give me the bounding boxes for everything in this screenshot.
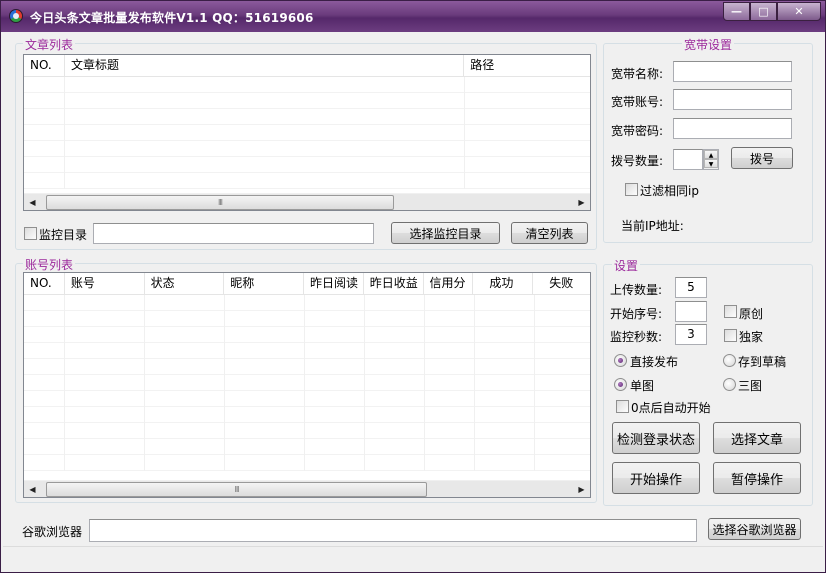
broadband-account-input[interactable] [673, 89, 792, 110]
maximize-button[interactable]: □ [750, 2, 777, 21]
status-bar [3, 546, 823, 570]
publish-direct-radio[interactable] [614, 354, 627, 367]
account-list-header: NO. 账号 状态 昵称 昨日阅读 昨日收益 信用分 成功 失败 [24, 273, 590, 295]
column-header-account[interactable]: 账号 [65, 273, 145, 295]
column-header-no[interactable]: NO. [24, 273, 65, 295]
scroll-thumb[interactable]: III [46, 195, 394, 210]
broadband-name-input[interactable] [673, 61, 792, 82]
app-icon [9, 9, 23, 23]
article-list-title: 文章列表 [23, 36, 76, 53]
scroll-right-icon[interactable]: ▶ [573, 481, 590, 497]
dial-button[interactable]: 拨号 [731, 147, 793, 169]
start-button[interactable]: 开始操作 [612, 462, 700, 494]
account-list-view[interactable]: NO. 账号 状态 昵称 昨日阅读 昨日收益 信用分 成功 失败 ◀ III ▶ [23, 272, 591, 498]
close-button[interactable]: ✕ [777, 2, 821, 21]
scroll-left-icon[interactable]: ◀ [24, 481, 41, 497]
monitor-dir-checkbox[interactable] [24, 227, 37, 240]
column-header-yesterday-reads[interactable]: 昨日阅读 [304, 273, 364, 295]
monitor-dir-label: 监控目录 [39, 228, 88, 242]
scroll-thumb[interactable]: III [46, 482, 427, 497]
pause-button[interactable]: 暂停操作 [713, 462, 801, 494]
broadband-account-label: 宽带账号: [611, 95, 664, 109]
start-number-label: 开始序号: [610, 307, 663, 321]
exclusive-checkbox[interactable] [724, 329, 737, 342]
clear-list-button[interactable]: 清空列表 [511, 222, 588, 244]
single-image-label: 单图 [630, 379, 655, 393]
start-number-input[interactable] [675, 301, 707, 322]
filter-same-ip-checkbox[interactable] [625, 183, 638, 196]
monitor-seconds-label: 监控秒数: [610, 330, 663, 344]
single-image-radio[interactable] [614, 378, 627, 391]
account-list-hscrollbar[interactable]: ◀ III ▶ [24, 480, 590, 497]
monitor-dir-input[interactable] [93, 223, 374, 244]
column-header-yesterday-income[interactable]: 昨日收益 [364, 273, 424, 295]
filter-same-ip-label: 过滤相同ip [640, 184, 699, 198]
select-monitor-dir-button[interactable]: 选择监控目录 [391, 222, 500, 244]
dial-count-input[interactable] [673, 149, 703, 170]
minimize-button[interactable]: — [723, 2, 750, 21]
auto-start-label: 0点后自动开始 [631, 401, 711, 415]
original-label: 原创 [739, 307, 764, 321]
scroll-right-icon[interactable]: ▶ [573, 194, 590, 210]
column-header-title[interactable]: 文章标题 [65, 55, 465, 77]
save-draft-label: 存到草稿 [738, 355, 787, 369]
title-bar[interactable]: 今日头条文章批量发布软件V1.1 QQ：51619606 — □ ✕ [1, 1, 825, 32]
main-window: 今日头条文章批量发布软件V1.1 QQ：51619606 — □ ✕ 文章列表 … [0, 0, 826, 573]
monitor-seconds-input[interactable]: 3 [675, 324, 707, 345]
publish-direct-label: 直接发布 [630, 355, 679, 369]
article-list-view[interactable]: NO. 文章标题 路径 ◀ III ▶ [23, 54, 591, 211]
broadband-name-label: 宽带名称: [611, 67, 664, 81]
check-login-button[interactable]: 检测登录状态 [612, 422, 700, 454]
window-title: 今日头条文章批量发布软件V1.1 QQ：51619606 [30, 11, 314, 25]
broadband-password-input[interactable] [673, 118, 792, 139]
select-chrome-button[interactable]: 选择谷歌浏览器 [708, 518, 801, 540]
spin-up-icon[interactable]: ▲ [704, 150, 718, 159]
upload-count-label: 上传数量: [610, 283, 663, 297]
column-header-path[interactable]: 路径 [464, 55, 590, 77]
broadband-settings-title: 宽带设置 [682, 36, 735, 53]
auto-start-checkbox[interactable] [616, 400, 629, 413]
column-header-nickname[interactable]: 昵称 [224, 273, 304, 295]
current-ip-label: 当前IP地址: [621, 219, 684, 233]
scroll-left-icon[interactable]: ◀ [24, 194, 41, 210]
original-checkbox[interactable] [724, 305, 737, 318]
column-header-success[interactable]: 成功 [473, 273, 534, 295]
article-list-hscrollbar[interactable]: ◀ III ▶ [24, 193, 590, 210]
save-draft-radio[interactable] [723, 354, 736, 367]
column-header-status[interactable]: 状态 [145, 273, 225, 295]
spin-down-icon[interactable]: ▼ [704, 159, 718, 168]
chrome-path-input[interactable] [89, 519, 697, 542]
column-header-fail[interactable]: 失败 [533, 273, 590, 295]
dial-count-label: 拨号数量: [611, 154, 664, 168]
three-image-radio[interactable] [723, 378, 736, 391]
select-article-button[interactable]: 选择文章 [713, 422, 801, 454]
broadband-password-label: 宽带密码: [611, 124, 664, 138]
article-list-body [24, 77, 590, 193]
chrome-browser-label: 谷歌浏览器 [22, 525, 83, 539]
exclusive-label: 独家 [739, 330, 764, 344]
column-header-credit[interactable]: 信用分 [424, 273, 474, 295]
three-image-label: 三图 [738, 379, 763, 393]
dial-count-spinner[interactable]: ▲ ▼ [703, 149, 719, 170]
account-list-title: 账号列表 [23, 256, 76, 273]
column-header-no[interactable]: NO. [24, 55, 65, 77]
account-list-body [24, 295, 590, 480]
article-list-header: NO. 文章标题 路径 [24, 55, 590, 77]
settings-title: 设置 [612, 257, 641, 274]
upload-count-input[interactable]: 5 [675, 277, 707, 298]
window-controls: — □ ✕ [723, 2, 821, 21]
